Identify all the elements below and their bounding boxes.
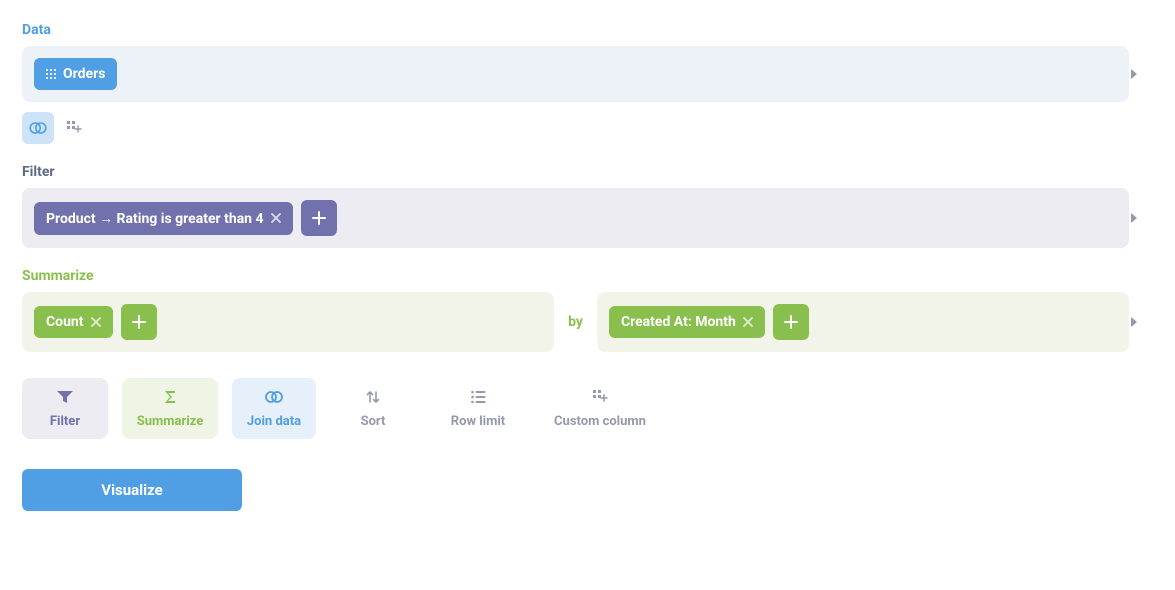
- data-source-label: Orders: [63, 66, 105, 82]
- remove-breakout-icon[interactable]: [743, 317, 753, 327]
- visualize-button[interactable]: Visualize: [22, 469, 242, 511]
- remove-filter-icon[interactable]: [271, 213, 281, 223]
- data-section-label: Data: [22, 22, 1153, 38]
- grid-plus-icon: [66, 120, 82, 136]
- close-icon: [91, 317, 101, 327]
- add-breakout-button[interactable]: [773, 304, 809, 340]
- action-filter-label: Filter: [50, 414, 80, 429]
- expand-summarize-arrow[interactable]: [1129, 317, 1153, 327]
- action-join-label: Join data: [247, 414, 301, 429]
- add-filter-button[interactable]: [301, 200, 337, 236]
- data-icon-row: [22, 112, 1153, 144]
- data-section: Data Orders: [22, 22, 1153, 144]
- add-aggregation-button[interactable]: [121, 304, 157, 340]
- close-icon: [271, 213, 281, 223]
- aggregation-panel: Count: [22, 292, 554, 352]
- grid-plus-icon: [592, 388, 608, 406]
- action-sort-button[interactable]: Sort: [330, 378, 416, 439]
- summarize-row-outer: Count by Created At: Month: [22, 292, 1153, 352]
- summarize-section-label: Summarize: [22, 268, 1153, 284]
- filter-panel: Product → Rating is greater than 4: [22, 188, 1129, 248]
- summarize-section: Summarize Count by Created At: Month: [22, 268, 1153, 352]
- filter-section: Filter Product → Rating is greater than …: [22, 164, 1153, 248]
- action-customcol-button[interactable]: Custom column: [540, 378, 660, 439]
- data-source-pill[interactable]: Orders: [34, 58, 117, 90]
- filter-pill[interactable]: Product → Rating is greater than 4: [34, 202, 293, 235]
- filter-pill-label: Product → Rating is greater than 4: [46, 210, 264, 227]
- list-icon: [470, 388, 486, 406]
- by-label: by: [568, 314, 583, 330]
- chevron-right-icon: [1129, 213, 1139, 223]
- chevron-right-icon: [1129, 317, 1139, 327]
- action-join-button[interactable]: Join data: [232, 378, 316, 439]
- filter-icon: [56, 388, 74, 406]
- filter-section-label: Filter: [22, 164, 1153, 180]
- grip-icon: [46, 69, 56, 79]
- data-panel: Orders: [22, 46, 1129, 102]
- action-summarize-label: Summarize: [137, 414, 204, 429]
- filter-row: Product → Rating is greater than 4: [22, 188, 1153, 248]
- join-icon-button[interactable]: [22, 112, 54, 144]
- plus-icon: [784, 315, 798, 329]
- aggregation-pill[interactable]: Count: [34, 306, 113, 338]
- plus-icon: [132, 315, 146, 329]
- venn-icon: [264, 388, 284, 406]
- sort-icon: [365, 388, 381, 406]
- remove-aggregation-icon[interactable]: [91, 317, 101, 327]
- breakout-pill[interactable]: Created At: Month: [609, 306, 765, 338]
- action-rowlimit-label: Row limit: [451, 414, 505, 429]
- action-filter-button[interactable]: Filter: [22, 378, 108, 439]
- action-rowlimit-button[interactable]: Row limit: [430, 378, 526, 439]
- breakout-pill-label: Created At: Month: [621, 314, 736, 330]
- data-row: Orders: [22, 46, 1153, 102]
- visualize-label: Visualize: [101, 481, 162, 499]
- sigma-icon: [162, 388, 178, 406]
- expand-data-arrow[interactable]: [1129, 69, 1153, 79]
- close-icon: [743, 317, 753, 327]
- chevron-right-icon: [1129, 69, 1139, 79]
- action-summarize-button[interactable]: Summarize: [122, 378, 218, 439]
- breakout-panel: Created At: Month: [597, 292, 1129, 352]
- plus-icon: [312, 211, 326, 225]
- venn-icon: [29, 121, 47, 135]
- aggregation-pill-label: Count: [46, 314, 84, 330]
- action-sort-label: Sort: [361, 414, 386, 429]
- actions-row: Filter Summarize Join data Sort: [22, 378, 1153, 439]
- action-customcol-label: Custom column: [554, 414, 646, 429]
- summarize-row: Count by Created At: Month: [22, 292, 1129, 352]
- expand-filter-arrow[interactable]: [1129, 213, 1153, 223]
- custom-column-icon-button[interactable]: [64, 118, 84, 138]
